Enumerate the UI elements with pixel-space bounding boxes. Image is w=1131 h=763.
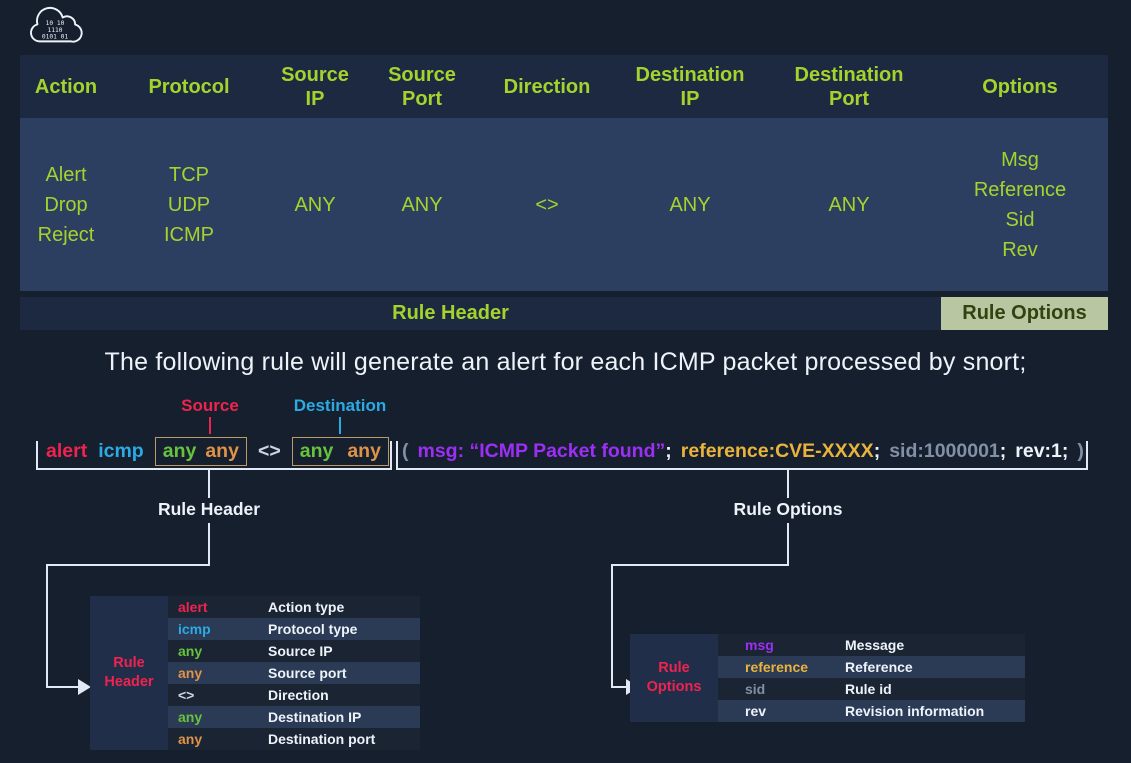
cloud-binary-logo: 10 10 1110 0101 01 — [26, 2, 84, 50]
table-row: anyDestination port — [168, 728, 420, 750]
table-row: anySource IP — [168, 640, 420, 662]
table-row: anyDestination IP — [168, 706, 420, 728]
logo-binary-line: 0101 01 — [42, 33, 69, 40]
rule-options-detail-table: Rule Options msgMessage referenceReferen… — [630, 634, 1025, 722]
table-footer-row: Rule Header Rule Options — [20, 297, 1108, 330]
table-row: <>Direction — [168, 684, 420, 706]
options-connector-line — [611, 564, 613, 688]
source-callout-label: Source — [181, 396, 239, 416]
rule-options-bracket-drop-line — [787, 470, 789, 498]
header-connector-line — [46, 564, 48, 688]
cell-source-ip: ANY — [266, 118, 364, 291]
rule-options-band: Rule Options — [941, 297, 1108, 330]
rule-header-detail-table: Rule Header alertAction type icmpProtoco… — [90, 596, 420, 750]
col-header-source-ip: Source IP — [266, 55, 364, 118]
rule-header-detail-rows: alertAction type icmpProtocol type anySo… — [168, 596, 420, 750]
table-row: msgMessage — [718, 634, 1025, 656]
destination-callout-label: Destination — [294, 396, 387, 416]
table-body-row: Alert Drop Reject TCP UDP ICMP ANY ANY <… — [20, 118, 1108, 291]
rule-header-bracket — [36, 441, 392, 470]
table-row: sidRule id — [718, 678, 1025, 700]
cell-destination-ip: ANY — [614, 118, 766, 291]
col-header-source-port: Source Port — [364, 55, 480, 118]
cell-source-port: ANY — [364, 118, 480, 291]
cell-action: Alert Drop Reject — [20, 118, 112, 291]
source-callout-line — [209, 417, 211, 434]
col-header-action: Action — [20, 55, 112, 118]
col-header-protocol: Protocol — [112, 55, 266, 118]
description-text: The following rule will generate an aler… — [0, 348, 1131, 377]
options-connector-line — [611, 686, 627, 688]
table-header-row: Action Protocol Source IP Source Port Di… — [20, 55, 1108, 118]
rule-header-detail-title: Rule Header — [90, 596, 168, 750]
col-header-direction: Direction — [480, 55, 614, 118]
cell-protocol: TCP UDP ICMP — [112, 118, 266, 291]
options-connector-line — [611, 564, 789, 566]
rule-header-band: Rule Header — [20, 297, 941, 330]
snort-rule-structure-slide: 10 10 1110 0101 01 Action Protocol Sourc… — [0, 0, 1131, 763]
header-connector-line — [208, 523, 210, 566]
options-connector-line — [787, 523, 789, 566]
table-row: referenceReference — [718, 656, 1025, 678]
cell-options: Msg Reference Sid Rev — [932, 118, 1108, 291]
col-header-options: Options — [932, 55, 1108, 118]
table-row: revRevision information — [718, 700, 1025, 722]
rule-header-part-label: Rule Header — [158, 499, 260, 520]
cell-destination-port: ANY — [766, 118, 932, 291]
header-connector-line — [46, 686, 78, 688]
destination-callout-line — [339, 417, 341, 434]
snort-rule-structure-table: Action Protocol Source IP Source Port Di… — [20, 55, 1108, 330]
col-header-destination-ip: Destination IP — [614, 55, 766, 118]
table-row: alertAction type — [168, 596, 420, 618]
header-connector-line — [46, 564, 210, 566]
rule-header-bracket-drop-line — [208, 470, 210, 498]
table-row: anySource port — [168, 662, 420, 684]
rule-options-bracket — [396, 441, 1088, 470]
rule-options-part-label: Rule Options — [734, 499, 843, 520]
table-row: icmpProtocol type — [168, 618, 420, 640]
rule-options-detail-title: Rule Options — [630, 634, 718, 722]
cell-direction: <> — [480, 118, 614, 291]
rule-options-detail-rows: msgMessage referenceReference sidRule id… — [718, 634, 1025, 722]
col-header-destination-port: Destination Port — [766, 55, 932, 118]
